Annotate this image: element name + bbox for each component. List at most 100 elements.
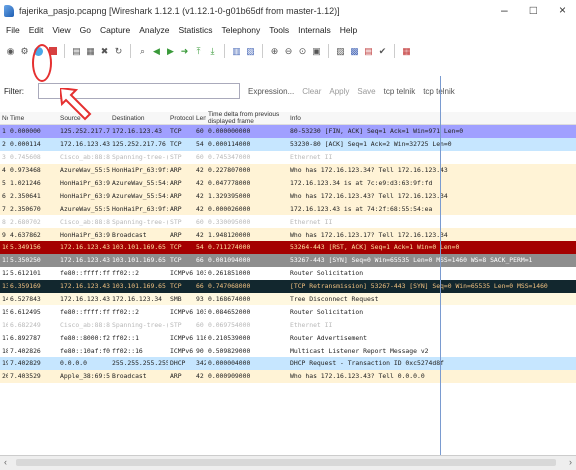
autoscroll-icon[interactable]: ▧: [245, 46, 256, 57]
menu-edit[interactable]: Edit: [29, 25, 44, 35]
save-button[interactable]: Save: [357, 87, 375, 96]
cell-protocol: ICMPv6: [170, 346, 194, 355]
packet-row[interactable]: 9 4.637862 HonHaiPr_63:9f:fdBroadcast ARP 42…: [0, 228, 576, 242]
menu-help[interactable]: Help: [340, 25, 357, 35]
cell-destination: 172.16.123.43: [112, 127, 163, 136]
find-icon[interactable]: ⌕: [137, 46, 148, 57]
packet-row[interactable]: 20 7.403529 Apple_38:69:53 Broadcast ARP 42 0.…: [0, 369, 576, 383]
packet-row[interactable]: 156.612495 fe80::ffff:ffff:fffff02::2 ICMP…: [0, 305, 576, 319]
preferences-icon[interactable]: ✔: [377, 46, 388, 57]
menu-statistics[interactable]: Statistics: [178, 25, 212, 35]
cell-destination: Spanning-tree-(for-0x3800: [112, 217, 168, 226]
packet-row[interactable]: 1 0.000000 125.252.217.76 172.16.123.43 TCP 6…: [0, 125, 576, 138]
packet-row[interactable]: 10 5.349156 172.16.123.43 103.101.169.65 TCP…: [0, 241, 576, 254]
apply-button[interactable]: Apply: [329, 87, 349, 96]
cell-time-delta: 0.084652000: [208, 307, 251, 316]
close-file-icon[interactable]: ✖: [99, 46, 110, 57]
packet-row[interactable]: 7 2.350670 AzureWav_55:54:eaHonHaiPr_63:9f…: [0, 202, 576, 216]
packet-row[interactable]: 5 1.021246 HonHaiPr_63:9f:fdAzureWav_55:54…: [0, 176, 576, 190]
packet-row[interactable]: 2 0.000114 172.16.123.43 125.252.217.76 TCP 5…: [0, 137, 576, 151]
menu-tools[interactable]: Tools: [269, 25, 289, 35]
coloring-rules-icon[interactable]: ▤: [363, 46, 374, 57]
close-button[interactable]: ×: [559, 3, 566, 17]
zoom-out-icon[interactable]: ⊖: [283, 46, 294, 57]
column-header-time-delta[interactable]: Time delta from previous displayed frame: [206, 111, 288, 125]
column-header-protocol[interactable]: Protocol: [168, 115, 194, 122]
packet-row[interactable]: 125.612101 fe80::ffff:ffff:fffff02::2 ICMP…: [0, 266, 576, 280]
cell-source: HonHaiPr_63:9f:fd: [60, 191, 110, 200]
packet-row[interactable]: 176.892787 fe80::8000:f227:a1ff02::1 ICMPv…: [0, 331, 576, 345]
cell-destination: ff02::2: [112, 307, 139, 316]
menu-view[interactable]: View: [52, 25, 70, 35]
cell-time-delta: 0.000114000: [208, 140, 251, 149]
cell-destination: 172.16.123.34: [112, 295, 163, 304]
zoom-in-icon[interactable]: ⊕: [269, 46, 280, 57]
horizontal-scrollbar[interactable]: ‹ ›: [0, 455, 576, 470]
cell-protocol: STP: [170, 320, 182, 329]
cell-info: DHCP Request - Transaction ID 0xc5274d8f: [290, 359, 444, 368]
display-filter-icon[interactable]: ▩: [349, 46, 360, 57]
cell-protocol: ICMPv6: [170, 269, 194, 278]
filter-button-tcp-telnik[interactable]: tcp telnik: [384, 87, 416, 96]
cell-no: 1: [2, 127, 6, 136]
column-header-destination[interactable]: Destination: [110, 115, 168, 122]
cell-protocol: STP: [170, 217, 182, 226]
column-header-length[interactable]: Length: [194, 115, 206, 122]
colorize-icon[interactable]: ▥: [231, 46, 242, 57]
options-icon[interactable]: ⚙: [19, 46, 30, 57]
expression-button[interactable]: Expression...: [248, 87, 294, 96]
minimize-button[interactable]: –: [501, 3, 508, 17]
zoom-normal-icon[interactable]: ⊙: [297, 46, 308, 57]
capture-filter-icon[interactable]: ▨: [335, 46, 346, 57]
column-header-info[interactable]: Info: [288, 115, 576, 122]
menu-file[interactable]: File: [6, 25, 20, 35]
clear-button[interactable]: Clear: [302, 87, 321, 96]
save-icon[interactable]: ▦: [85, 46, 96, 57]
cell-time: 6.682249: [10, 320, 41, 329]
cell-destination: 103.101.169.65: [112, 256, 166, 265]
scroll-left-icon[interactable]: ‹: [4, 457, 7, 467]
cell-info: Ethernet II: [290, 217, 333, 226]
menu-capture[interactable]: Capture: [100, 25, 130, 35]
maximize-button[interactable]: □: [530, 3, 537, 17]
column-header-time[interactable]: Time: [8, 115, 58, 122]
packet-row[interactable]: 166.682249 Cisco_ab:88:83Spanning-tree-(f…: [0, 318, 576, 332]
first-icon[interactable]: ⤒: [193, 46, 204, 57]
packet-row[interactable]: 11 5.350250 172.16.123.43 103.101.169.65 TCP…: [0, 253, 576, 267]
packet-row[interactable]: 19 7.402829 0.0.0.0 255.255.255.255 DHCP 342 0…: [0, 357, 576, 370]
menu-analyze[interactable]: Analyze: [139, 25, 169, 35]
menu-go[interactable]: Go: [80, 25, 91, 35]
resize-columns-icon[interactable]: ▣: [311, 46, 322, 57]
back-icon[interactable]: ◀: [151, 46, 162, 57]
last-icon[interactable]: ⤓: [207, 46, 218, 57]
menu-bar: File Edit View Go Capture Analyze Statis…: [0, 22, 576, 38]
cell-length: 42: [196, 204, 204, 213]
scrollbar-thumb[interactable]: [16, 459, 556, 466]
packet-row[interactable]: 3 0.745608 Cisco_ab:88:83Spanning-tree-(fo…: [0, 150, 576, 164]
interfaces-icon[interactable]: ◉: [5, 46, 16, 57]
packet-row[interactable]: 6 2.350641 HonHaiPr_63:9f:fdAzureWav_55:54…: [0, 189, 576, 203]
packet-row[interactable]: 187.402826 fe80::10af:f0de:7b3ff02::16 ICM…: [0, 344, 576, 358]
filter-button-tcp-telnik-2[interactable]: tcp telnik: [423, 87, 455, 96]
goto-icon[interactable]: ➜: [179, 46, 190, 57]
packet-row[interactable]: 14 6.527843 172.16.123.43 172.16.123.34 SMB 9…: [0, 292, 576, 306]
cell-time-delta: 0.747068000: [208, 282, 251, 291]
cell-info: 53264-443 [RST, ACK] Seq=1 Ack=1 Win=0 L…: [290, 243, 460, 252]
open-icon[interactable]: ▤: [71, 46, 82, 57]
menu-internals[interactable]: Internals: [298, 25, 331, 35]
cell-no: 20: [2, 372, 8, 381]
menu-telephony[interactable]: Telephony: [222, 25, 261, 35]
help-icon[interactable]: ▦: [401, 46, 412, 57]
cell-no: 12: [2, 269, 8, 278]
cell-no: 5: [2, 179, 6, 187]
forward-icon[interactable]: ▶: [165, 46, 176, 57]
packet-row[interactable]: 13 6.359169 172.16.123.43 103.101.169.65 TCP…: [0, 279, 576, 293]
cell-info: Router Solicitation: [290, 269, 364, 278]
cell-source: 0.0.0.0: [60, 359, 87, 368]
packet-row[interactable]: 4 0.973468 AzureWav_55:54:eaHonHaiPr_63:9f…: [0, 163, 576, 177]
reload-icon[interactable]: ↻: [113, 46, 124, 57]
packet-row[interactable]: 8 2.680702 Cisco_ab:88:83Spanning-tree-(fo…: [0, 215, 576, 229]
cell-protocol: TCP: [170, 282, 182, 291]
column-header-no[interactable]: No.: [0, 115, 8, 122]
scroll-right-icon[interactable]: ›: [569, 457, 572, 467]
